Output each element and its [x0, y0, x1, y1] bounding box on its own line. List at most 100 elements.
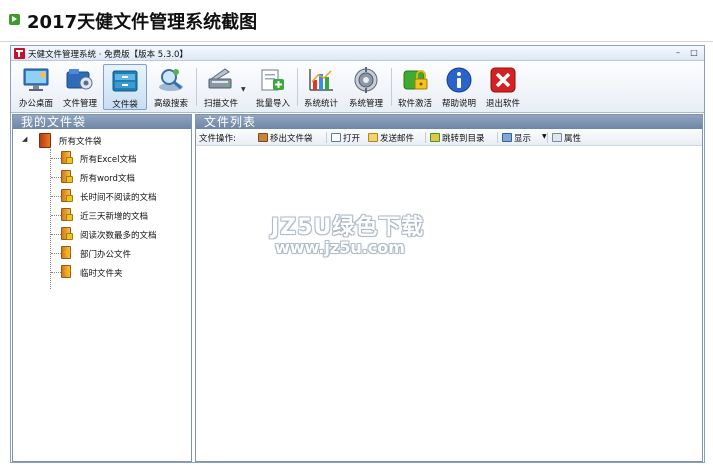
- remove-from-bag-icon: [258, 133, 268, 142]
- file-bag-root-icon: [39, 133, 51, 148]
- desktop-icon: [23, 68, 49, 91]
- toolbar-label: 高级搜索: [153, 99, 188, 109]
- tree-connector: [51, 253, 61, 254]
- help-info-icon: [446, 67, 472, 93]
- tree-item-label: 部门办公文件: [80, 250, 132, 260]
- action-label: 移出文件袋: [270, 134, 313, 144]
- toolbar-separator: [326, 132, 327, 143]
- activation-lock-icon: [403, 70, 428, 90]
- tree-connector: [51, 234, 61, 235]
- toolbar-separator: [547, 132, 548, 143]
- toolbar-button-system-statistics[interactable]: 系统统计: [299, 64, 343, 110]
- action-label: 发送邮件: [380, 134, 415, 144]
- locked-folder-icon: [61, 170, 74, 185]
- collapse-triangle-icon[interactable]: ◢: [22, 135, 27, 143]
- toolbar-button-software-activation[interactable]: 软件激活: [393, 64, 437, 110]
- tree-item-label: 所有word文档: [80, 174, 135, 184]
- file-management-icon: [66, 69, 93, 90]
- toolbar-button-system-management[interactable]: 系统管理: [344, 64, 388, 110]
- toolbar-separator: [497, 132, 498, 143]
- toolbar-label: 办公桌面: [18, 99, 53, 109]
- tree-item-label: 长时间不阅读的文档: [80, 193, 157, 203]
- system-settings-icon: [354, 67, 378, 93]
- view-mode-icon: [502, 133, 512, 142]
- banner-arrow-icon: [9, 14, 20, 25]
- tree-item-word-docs[interactable]: 所有word文档: [13, 170, 191, 186]
- scanner-icon: [208, 68, 232, 89]
- tree-item-recent-three-days[interactable]: 近三天新增的文档: [13, 208, 191, 224]
- toolbar-button-batch-import[interactable]: 批量导入: [251, 64, 295, 110]
- tree-connector: [51, 272, 61, 273]
- toolbar-separator: [297, 68, 298, 106]
- toolbar-button-help[interactable]: 帮助说明: [437, 64, 481, 110]
- tree-connector: [51, 177, 61, 178]
- jump-to-directory-icon: [430, 133, 440, 142]
- star-folder-icon: ★: [61, 265, 72, 278]
- tree-item-label: 临时文件夹: [80, 269, 123, 279]
- properties-icon: [552, 133, 562, 142]
- tree-item-excel-docs[interactable]: 所有Excel文档: [13, 151, 191, 167]
- toolbar-separator: [391, 68, 392, 106]
- tree-connector: [51, 158, 61, 159]
- banner-title: 2017天健文件管理系统截图: [27, 12, 258, 33]
- action-label: 跳转到目录: [442, 134, 485, 144]
- toolbar-button-exit[interactable]: 退出软件: [481, 64, 525, 110]
- file-operations-toolbar: 文件操作: 移出文件袋 打开 发送邮件 跳转到目录 显示 ▼ 属性: [196, 129, 702, 146]
- main-toolbar: 办公桌面 文件管理 文件袋 高级搜索 扫描文件 ▼ 批量导入 系统统计 系统管理…: [11, 62, 704, 113]
- toolbar-label: 扫描文件: [203, 99, 238, 109]
- toolbar-button-scan[interactable]: 扫描文件: [199, 64, 243, 110]
- toolbar-label: 退出软件: [485, 99, 520, 109]
- locked-folder-icon: [61, 151, 74, 166]
- toolbar-button-desktop[interactable]: 办公桌面: [14, 64, 58, 110]
- toolbar-button-advanced-search[interactable]: 高级搜索: [149, 64, 193, 110]
- scan-dropdown-caret-icon[interactable]: ▼: [241, 86, 246, 93]
- toolbar-label: 文件袋: [112, 100, 138, 110]
- file-bag-icon: [112, 70, 138, 92]
- tree-item-label: 阅读次数最多的文档: [80, 231, 157, 241]
- batch-import-icon: [261, 69, 284, 91]
- minimize-button[interactable]: –: [671, 47, 685, 59]
- toolbar-label: 软件激活: [397, 99, 432, 109]
- star-folder-icon: ★: [61, 246, 72, 259]
- tree-item-department-files[interactable]: ★ 部门办公文件: [13, 246, 191, 262]
- tree-root-label: 所有文件袋: [59, 137, 102, 147]
- view-dropdown-caret-icon[interactable]: ▼: [542, 133, 547, 140]
- file-bag-panel-header: 我的文件袋: [13, 115, 191, 129]
- tree-item-unread-long[interactable]: 长时间不阅读的文档: [13, 189, 191, 205]
- action-label: 打开: [343, 134, 361, 144]
- toolbar-separator: [425, 132, 426, 143]
- watermark-title: JZ5U绿色下载: [271, 215, 425, 240]
- toolbar-separator: [196, 68, 197, 106]
- window-title: 天健文件管理系统 · 免费版【版本 5.3.0】: [28, 50, 188, 60]
- watermark-url: www.jz5u.com: [275, 238, 405, 257]
- tree-connector: [51, 196, 61, 197]
- locked-folder-icon: [61, 227, 74, 242]
- toolbar-label: 系统管理: [348, 99, 383, 109]
- tree-item-temp-folder[interactable]: ★ 临时文件夹: [13, 265, 191, 281]
- send-mail-icon: [368, 133, 378, 142]
- toolbar-label: 帮助说明: [441, 99, 476, 109]
- article-banner: 2017天健文件管理系统截图: [0, 0, 713, 42]
- locked-folder-icon: [61, 208, 74, 223]
- tree-root-all-bags[interactable]: ◢ 所有文件袋: [13, 133, 191, 149]
- title-bar: 天健文件管理系统 · 免费版【版本 5.3.0】 – □: [11, 46, 704, 61]
- action-label: 显示: [514, 134, 532, 144]
- statistics-chart-icon: [309, 69, 333, 91]
- file-list-panel: 文件列表 文件操作: 移出文件袋 打开 发送邮件 跳转到目录 显示 ▼ 属性: [195, 114, 703, 462]
- toolbar-button-file-bag[interactable]: 文件袋: [103, 64, 147, 110]
- toolbar-label: 文件管理: [62, 99, 97, 109]
- file-bag-panel: 我的文件袋 ◢ 所有文件袋 所有Excel文档 所有word文档 长时间不阅读的…: [12, 114, 192, 462]
- file-list-area[interactable]: [196, 147, 702, 461]
- tree-item-label: 所有Excel文档: [80, 155, 137, 165]
- locked-folder-icon: [61, 189, 74, 204]
- toolbar-label: 批量导入: [255, 99, 290, 109]
- app-logo-icon: [14, 48, 25, 59]
- maximize-button[interactable]: □: [687, 47, 701, 59]
- tree-item-most-read[interactable]: 阅读次数最多的文档: [13, 227, 191, 243]
- tree-connector: [51, 215, 61, 216]
- tree-item-label: 近三天新增的文档: [80, 212, 149, 222]
- file-list-panel-header: 文件列表: [196, 115, 702, 129]
- action-label: 属性: [564, 134, 582, 144]
- advanced-search-icon: [159, 69, 183, 91]
- toolbar-button-file-management[interactable]: 文件管理: [58, 64, 102, 110]
